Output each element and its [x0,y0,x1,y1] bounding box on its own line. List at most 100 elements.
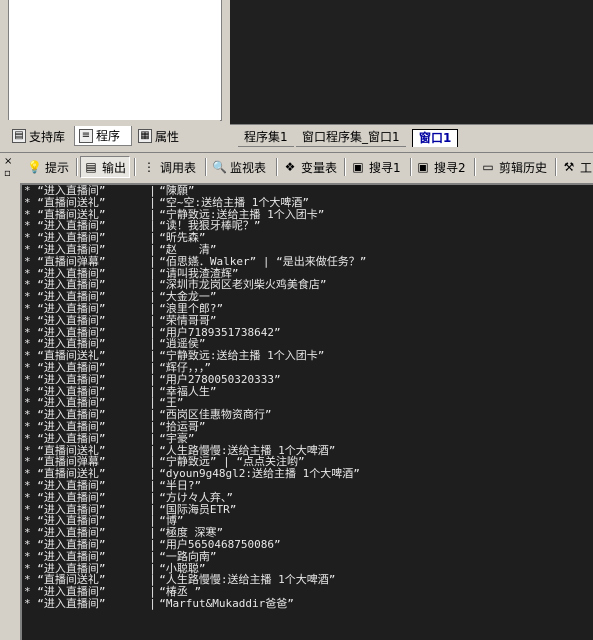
column-separator: | [149,537,156,551]
event-type: “进入直播间” [37,372,106,386]
event-type: “进入直播间” [37,419,106,433]
tab-output[interactable]: ▤ 输出 [80,156,131,178]
toolbar-separator [344,158,346,176]
column-separator: | [149,360,156,374]
column-separator: | [149,478,156,492]
tab-variables[interactable]: ❖ 变量表 [280,156,340,178]
tab-clip-history-label: 剪辑历史 [499,160,548,175]
search1-icon: ▣ [352,160,364,174]
tab-program[interactable]: ≡ 程序 [74,126,132,146]
column-separator: | [149,490,156,504]
output-line: * “进入直播间” | “读！我狠牙棒呢？” [22,220,593,232]
column-separator: | [149,254,156,268]
editor-tab-assembly1[interactable]: 程序集1 [238,129,294,147]
library-icon: ▤ [12,129,26,143]
panel-edge [8,120,220,123]
toolbar-separator [410,158,412,176]
toolbar-separator [205,158,207,176]
editor-tab-strip: 程序集1 窗口程序集_窗口1 窗口1 [230,124,593,149]
watch-icon: 🔍 [212,160,227,174]
output-panel[interactable]: * “进入直播间” | “陳願” * “直播间送礼” | “空~空:送给主播 1个大啤酒”… [20,183,593,640]
editor-tab-window-assembly[interactable]: 窗口程序集_窗口1 [296,129,406,147]
output-line: * “进入直播间” | “深圳市龙岗区老刘柴火鸡美食店” [22,279,593,291]
tab-output-label: 输出 [102,160,127,175]
project-tree-panel[interactable] [8,0,222,121]
event-type: “进入直播间” [37,313,106,327]
event-type: “进入直播间” [37,431,106,445]
left-divider [0,0,8,150]
toolbar-separator [474,158,476,176]
event-type: “进入直播间” [37,596,106,610]
column-separator: | [149,372,156,386]
properties-icon: ▦ [138,129,152,143]
output-line: * “进入直播间” | “西岗区佳惠物资商行” [22,409,593,421]
output-line: * “进入直播间” | “王” [22,397,593,409]
event-type: “进入直播间” [37,360,106,374]
output-side-strip [0,183,20,640]
program-icon: ≡ [79,128,93,143]
output-line: * “进入直播间” | “極度 深寒” [22,527,593,539]
tab-variables-label: 变量表 [301,160,338,175]
output-toolbar: × ▫ 💡 提示 ▤ 输出 ⋮ 调用表 🔍 监视表 ❖ 变量表 ▣ 搜寻1 ▣ … [0,152,593,182]
output-line: * “进入直播间” | “昕先森” [22,232,593,244]
event-type: “直播间送礼” [37,195,106,209]
event-type: “进入直播间” [37,549,106,563]
output-line: * “进入直播间” | “椿丞 ” [22,586,593,598]
output-line: * “进入直播间” | “用户7189351738642” [22,326,593,339]
output-icon: ▤ [85,160,97,174]
tab-call-table[interactable]: ⋮ 调用表 [139,156,199,178]
column-separator: | [149,313,156,327]
tab-support-library-label: 支持库 [29,129,66,144]
output-line: * “直播间弹幕” | “佰思嬿．Walker” | “是出来做任务？” [22,254,593,268]
code-editor-area[interactable] [230,0,593,124]
output-line: * “直播间送礼” | “dyoun9g48gl2:送给主播 1个大啤酒” [22,468,593,480]
event-message: “Marfut&Mukaddir爸爸” [159,596,294,610]
tab-hint-label: 提示 [45,160,70,175]
pin-icon[interactable]: ▫ [4,169,14,179]
tab-program-label: 程序 [96,129,121,143]
output-line: * “进入直播间” | “用户2780050320333” [22,372,593,386]
tab-hint[interactable]: 💡 提示 [24,156,72,178]
output-line: * “进入直播间” | “浪里个郎?” [22,303,593,315]
variable-icon: ❖ [284,160,296,174]
column-separator: | [149,596,156,610]
close-icon[interactable]: × [4,157,14,167]
column-separator: | [149,242,156,256]
output-line: * “进入直播间” | “博” [22,515,593,527]
call-table-icon: ⋮ [143,160,155,174]
tab-watch-label: 监视表 [230,160,267,175]
tab-clip-history[interactable]: ▭ 剪辑历史 [478,156,550,178]
event-type: “进入直播间” [37,242,106,256]
tab-tools-label: 工 [580,160,593,175]
tab-watch[interactable]: 🔍 监视表 [209,156,269,178]
tools-icon: ⚒ [563,160,575,174]
output-line: * “直播间送礼” | “宁静致远:送给主播 1个入团卡” [22,208,593,221]
tab-search1-label: 搜寻1 [369,160,401,175]
toolbar-separator [555,158,557,176]
column-separator: | [149,431,156,445]
tab-search2-label: 搜寻2 [434,160,466,175]
output-line: * “进入直播间” | “幸福人生” [22,385,593,398]
tab-support-library[interactable]: ▤ 支持库 [8,126,72,146]
clip-history-icon: ▭ [482,160,494,174]
event-type: “进入直播间” [37,301,106,315]
tab-properties[interactable]: ▦ 属性 [134,126,192,146]
tab-search1[interactable]: ▣ 搜寻1 [348,156,404,178]
column-separator: | [149,195,156,209]
tab-call-table-label: 调用表 [160,160,197,175]
column-separator: | [149,301,156,315]
tab-tools[interactable]: ⚒ 工 [559,156,593,178]
search2-icon: ▣ [417,160,429,174]
tab-search2[interactable]: ▣ 搜寻2 [413,156,469,178]
output-line: * “进入直播间” | “Marfut&Mukaddir爸爸” [22,596,593,610]
output-line: * “进入直播间” | “用户5650468750086” [22,539,593,551]
event-type: “进入直播间” [37,537,106,551]
event-type: “进入直播间” [37,478,106,492]
editor-tab-window1[interactable]: 窗口1 [412,129,459,147]
output-line: * “进入直播间” | “方け々人弃、” [22,490,593,504]
toolbar-separator [134,158,136,176]
toolbar-separator [276,158,278,176]
output-line: * “进入直播间” | “大金龙一” [22,291,593,303]
output-line: * “直播间送礼” | “宁静致远:送给主播 1个入团卡” [22,350,593,362]
output-line: * “进入直播间” | “国际海员ETR” [22,503,593,516]
